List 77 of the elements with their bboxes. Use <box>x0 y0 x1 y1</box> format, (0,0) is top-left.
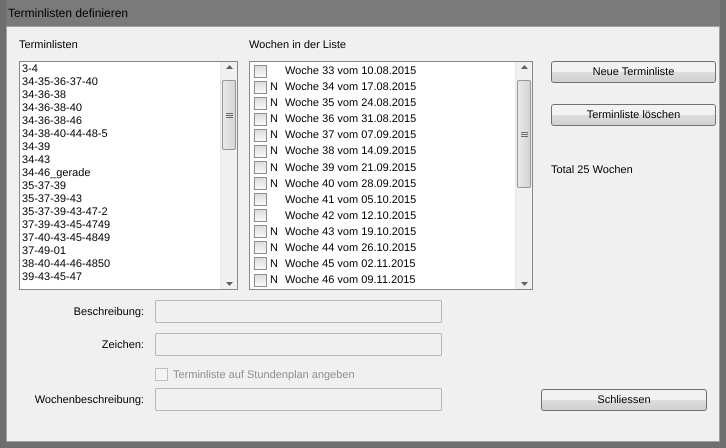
list-label: Terminlisten <box>19 39 79 51</box>
list-item[interactable]: 34-38-40-44-48-5 <box>22 128 110 141</box>
scroll-thumb[interactable] <box>517 80 531 188</box>
checkbox[interactable] <box>254 193 267 206</box>
checkbox[interactable] <box>254 177 267 190</box>
field-label: Wochenbeschreibung: <box>34 394 144 406</box>
week-text: Woche 33 vom 10.08.2015 <box>285 65 416 78</box>
week-marker: N <box>269 274 279 286</box>
list-label: Wochen in der Liste <box>249 39 348 51</box>
week-marker: N <box>269 145 279 158</box>
window-title: Terminlisten definieren <box>8 6 128 20</box>
list-item[interactable]: 37-39-43-45-4749 <box>22 219 112 232</box>
week-text: Woche 42 vom 12.10.2015 <box>285 210 416 222</box>
week-text: Woche 46 vom 09.11.2015 <box>285 274 416 286</box>
list-item[interactable]: 3-4 <box>22 63 40 76</box>
list-item[interactable]: 34-46_gerade <box>22 167 93 180</box>
list-item[interactable]: 34-36-38-46 <box>22 115 84 128</box>
list-item[interactable]: 34-43 <box>22 154 52 167</box>
scroll-down-icon[interactable] <box>226 282 232 286</box>
scrollbar[interactable] <box>220 62 237 289</box>
week-text: Woche 39 vom 21.09.2015 <box>285 162 416 174</box>
week-text: Woche 43 vom 19.10.2015 <box>285 226 416 238</box>
checkbox[interactable] <box>254 257 267 270</box>
week-text: Woche 45 vom 02.11.2015 <box>285 258 416 270</box>
field-label: Zeichen: <box>100 338 144 350</box>
schedule-listbox[interactable] <box>19 61 238 290</box>
week-text: Woche 40 vom 28.09.2015 <box>285 178 416 190</box>
week-marker: N <box>269 129 279 142</box>
action-button[interactable]: Neue Terminliste <box>551 61 716 83</box>
week-text: Woche 36 vom 31.08.2015 <box>285 113 416 126</box>
field-label: Beschreibung: <box>72 306 144 318</box>
week-listbox[interactable] <box>249 61 533 290</box>
list-item[interactable]: 34-39 <box>22 141 52 154</box>
list-item[interactable]: 34-36-38-40 <box>22 102 84 115</box>
week-marker: N <box>269 81 279 94</box>
week-text: Woche 37 vom 07.09.2015 <box>285 129 416 142</box>
checkbox[interactable] <box>254 274 267 287</box>
scrollbar[interactable] <box>515 62 532 289</box>
list-item[interactable]: 35-37-39 <box>22 180 68 193</box>
week-marker: N <box>269 113 279 126</box>
list-item[interactable]: 34-35-36-37-40 <box>22 76 100 89</box>
close-button[interactable]: Schliessen <box>541 388 707 410</box>
checkbox[interactable] <box>254 112 267 126</box>
week-text: Woche 35 vom 24.08.2015 <box>285 97 416 110</box>
list-item[interactable]: 35-37-39-43-47-2 <box>22 206 110 219</box>
week-marker: N <box>269 97 279 110</box>
action-button[interactable]: Terminliste löschen <box>551 104 716 126</box>
checkbox-label: Terminliste auf Stundenplan angeben <box>173 368 355 380</box>
week-marker: N <box>269 162 279 174</box>
week-text: Woche 41 vom 05.10.2015 <box>285 194 416 206</box>
checkbox[interactable] <box>254 144 267 158</box>
week-text: Woche 44 vom 26.10.2015 <box>285 242 416 254</box>
checkbox[interactable] <box>254 209 267 222</box>
checkbox[interactable] <box>254 161 267 174</box>
scroll-down-icon[interactable] <box>520 282 528 286</box>
scroll-up-icon[interactable] <box>226 65 232 69</box>
list-item[interactable]: 37-40-43-45-4849 <box>22 232 112 245</box>
week-marker: N <box>269 226 279 238</box>
checkbox[interactable] <box>254 96 267 110</box>
checkbox[interactable] <box>254 225 267 238</box>
scroll-up-icon[interactable] <box>520 65 528 69</box>
week-marker: N <box>269 178 279 190</box>
checkbox[interactable] <box>254 128 267 142</box>
week-text: Woche 34 vom 17.08.2015 <box>285 81 416 94</box>
checkbox[interactable] <box>254 80 267 94</box>
list-item[interactable]: 34-36-38 <box>22 89 68 102</box>
list-item[interactable]: 38-40-44-46-4850 <box>22 258 112 271</box>
week-marker: N <box>269 242 279 254</box>
week-marker: N <box>269 258 279 270</box>
scroll-thumb[interactable] <box>222 80 236 150</box>
list-item[interactable]: 39-43-45-47 <box>22 271 84 284</box>
checkbox[interactable] <box>254 64 267 78</box>
list-item[interactable]: 37-49-01 <box>22 245 68 258</box>
total-text: Total 25 Wochen <box>551 164 634 176</box>
list-item[interactable]: 35-37-39-43 <box>22 193 84 206</box>
week-text: Woche 38 vom 14.09.2015 <box>285 145 416 158</box>
checkbox[interactable] <box>254 241 267 254</box>
